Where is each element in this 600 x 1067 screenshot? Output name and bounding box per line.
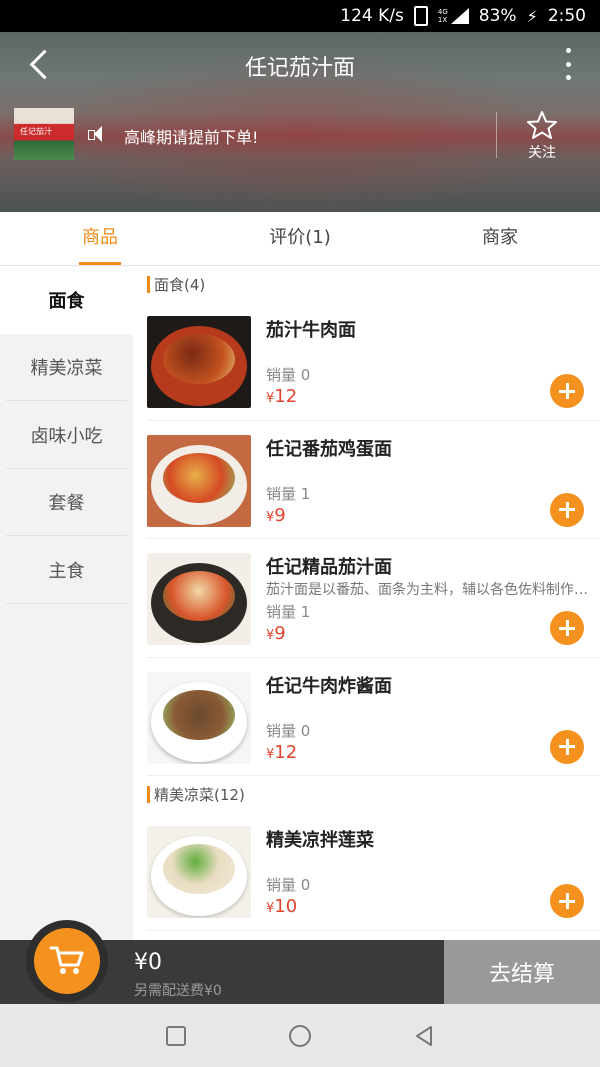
shop-photo: 任记茄汁: [14, 108, 74, 160]
add-to-cart-button[interactable]: [550, 884, 584, 918]
product-sales: 销量 0: [266, 366, 311, 384]
list-item[interactable]: 任记番茄鸡蛋面 销量 1 ¥9: [147, 421, 600, 539]
product-price: ¥12: [266, 742, 297, 763]
add-to-cart-button[interactable]: [550, 729, 584, 764]
product-price: ¥9: [266, 505, 286, 526]
charging-icon: ⚡: [526, 6, 538, 26]
price-value: 10: [274, 896, 298, 917]
product-sales: 销量 0: [266, 721, 311, 740]
section-header: 面食(4): [133, 266, 600, 302]
sidebar-item-staples[interactable]: 主食: [0, 536, 133, 604]
clock: 2:50: [547, 6, 586, 26]
product-image: [147, 434, 251, 527]
product-price: ¥12: [266, 386, 297, 407]
product-name: 任记番茄鸡蛋面: [266, 438, 392, 460]
product-image: [147, 316, 251, 408]
star-icon: [527, 111, 557, 139]
network-speed: 124 K/s: [340, 6, 404, 26]
page-title: 任记茄汁面: [244, 56, 355, 81]
shop-header: 任记茄汁面 任记茄汁 高峰期请提前下单! 关注: [0, 32, 600, 212]
follow-label: 关注: [528, 145, 556, 161]
list-item[interactable]: 任记牛肉炸酱面 销量 0 ¥12: [147, 658, 600, 776]
product-name: 任记精品茄汁面: [266, 557, 392, 578]
sidebar-item-braised-snacks[interactable]: 卤味小吃: [0, 401, 133, 469]
list-item[interactable]: 茄汁牛肉面 销量 0 ¥12: [147, 302, 600, 421]
product-price: ¥9: [266, 623, 286, 644]
home-icon[interactable]: [289, 1025, 311, 1047]
product-name: 茄汁牛肉面: [266, 320, 356, 341]
tab-bar: 商品 评价(1) 商家: [0, 212, 600, 266]
network-type-bottom: 1X: [437, 16, 448, 24]
sidebar-item-set-meals[interactable]: 套餐: [0, 469, 133, 537]
price-value: 12: [274, 386, 298, 407]
product-image: [147, 553, 251, 645]
section-header: 精美凉菜(12): [133, 776, 600, 812]
product-description: 茄汁面是以番茄、面条为主料，辅以各色佐料制作而成: [266, 582, 596, 598]
status-bar: 124 K/s 4G 1X 83% ⚡ 2:50: [0, 0, 600, 32]
product-image: [147, 671, 251, 764]
cart-total: ¥0: [134, 950, 162, 975]
checkout-button[interactable]: 去结算: [444, 940, 600, 1004]
tab-products[interactable]: 商品: [0, 212, 200, 265]
delivery-fee: 另需配送费¥0: [134, 983, 222, 999]
shop-photo-sign: 任记茄汁: [20, 127, 52, 136]
product-list[interactable]: 面食(4) 茄汁牛肉面 销量 0 ¥12 任记番茄鸡蛋面 销量 1 ¥9 任记精…: [133, 266, 600, 940]
shop-notice: 高峰期请提前下单!: [124, 128, 259, 147]
phone-icon: [413, 6, 428, 26]
product-name: 任记牛肉炸酱面: [266, 675, 392, 697]
product-name: 精美凉拌莲菜: [266, 830, 374, 851]
product-sales: 销量 1: [266, 484, 311, 503]
tab-reviews[interactable]: 评价(1): [200, 212, 400, 265]
back-triangle-icon[interactable]: [413, 1025, 435, 1047]
cart-bar: ¥0 另需配送费¥0 去结算: [0, 920, 600, 1004]
list-item[interactable]: 精美凉拌莲菜 销量 0 ¥10: [147, 812, 600, 931]
category-sidebar: 面食 精美凉菜 卤味小吃 套餐 主食: [0, 266, 133, 940]
more-options-icon[interactable]: [564, 48, 572, 80]
signal-icon: [450, 8, 469, 24]
battery-level: 83%: [478, 6, 517, 26]
divider: [496, 112, 497, 158]
follow-button[interactable]: 关注: [516, 110, 568, 162]
product-price: ¥10: [266, 896, 297, 917]
network-indicator: 4G 1X: [438, 8, 469, 24]
product-image: [147, 826, 251, 918]
price-value: 9: [274, 623, 286, 644]
price-value: 12: [274, 741, 298, 763]
cart-button[interactable]: [34, 928, 100, 994]
network-type-top: 4G: [437, 8, 448, 16]
list-item[interactable]: 任记精品茄汁面 茄汁面是以番茄、面条为主料，辅以各色佐料制作而成 销量 1 ¥9: [147, 539, 600, 658]
recent-apps-icon[interactable]: [166, 1026, 186, 1046]
product-sales: 销量 0: [266, 876, 311, 894]
product-sales: 销量 1: [266, 603, 311, 621]
cart-icon: [49, 946, 84, 974]
add-to-cart-button[interactable]: [550, 492, 584, 527]
speaker-icon: [88, 126, 104, 142]
add-to-cart-button[interactable]: [550, 611, 584, 645]
add-to-cart-button[interactable]: [550, 374, 584, 408]
price-value: 9: [274, 504, 286, 526]
sidebar-item-noodles[interactable]: 面食: [0, 266, 133, 334]
tab-merchant[interactable]: 商家: [400, 212, 600, 265]
sidebar-item-cold-dishes[interactable]: 精美凉菜: [0, 334, 133, 402]
system-nav-bar: [0, 1004, 600, 1067]
